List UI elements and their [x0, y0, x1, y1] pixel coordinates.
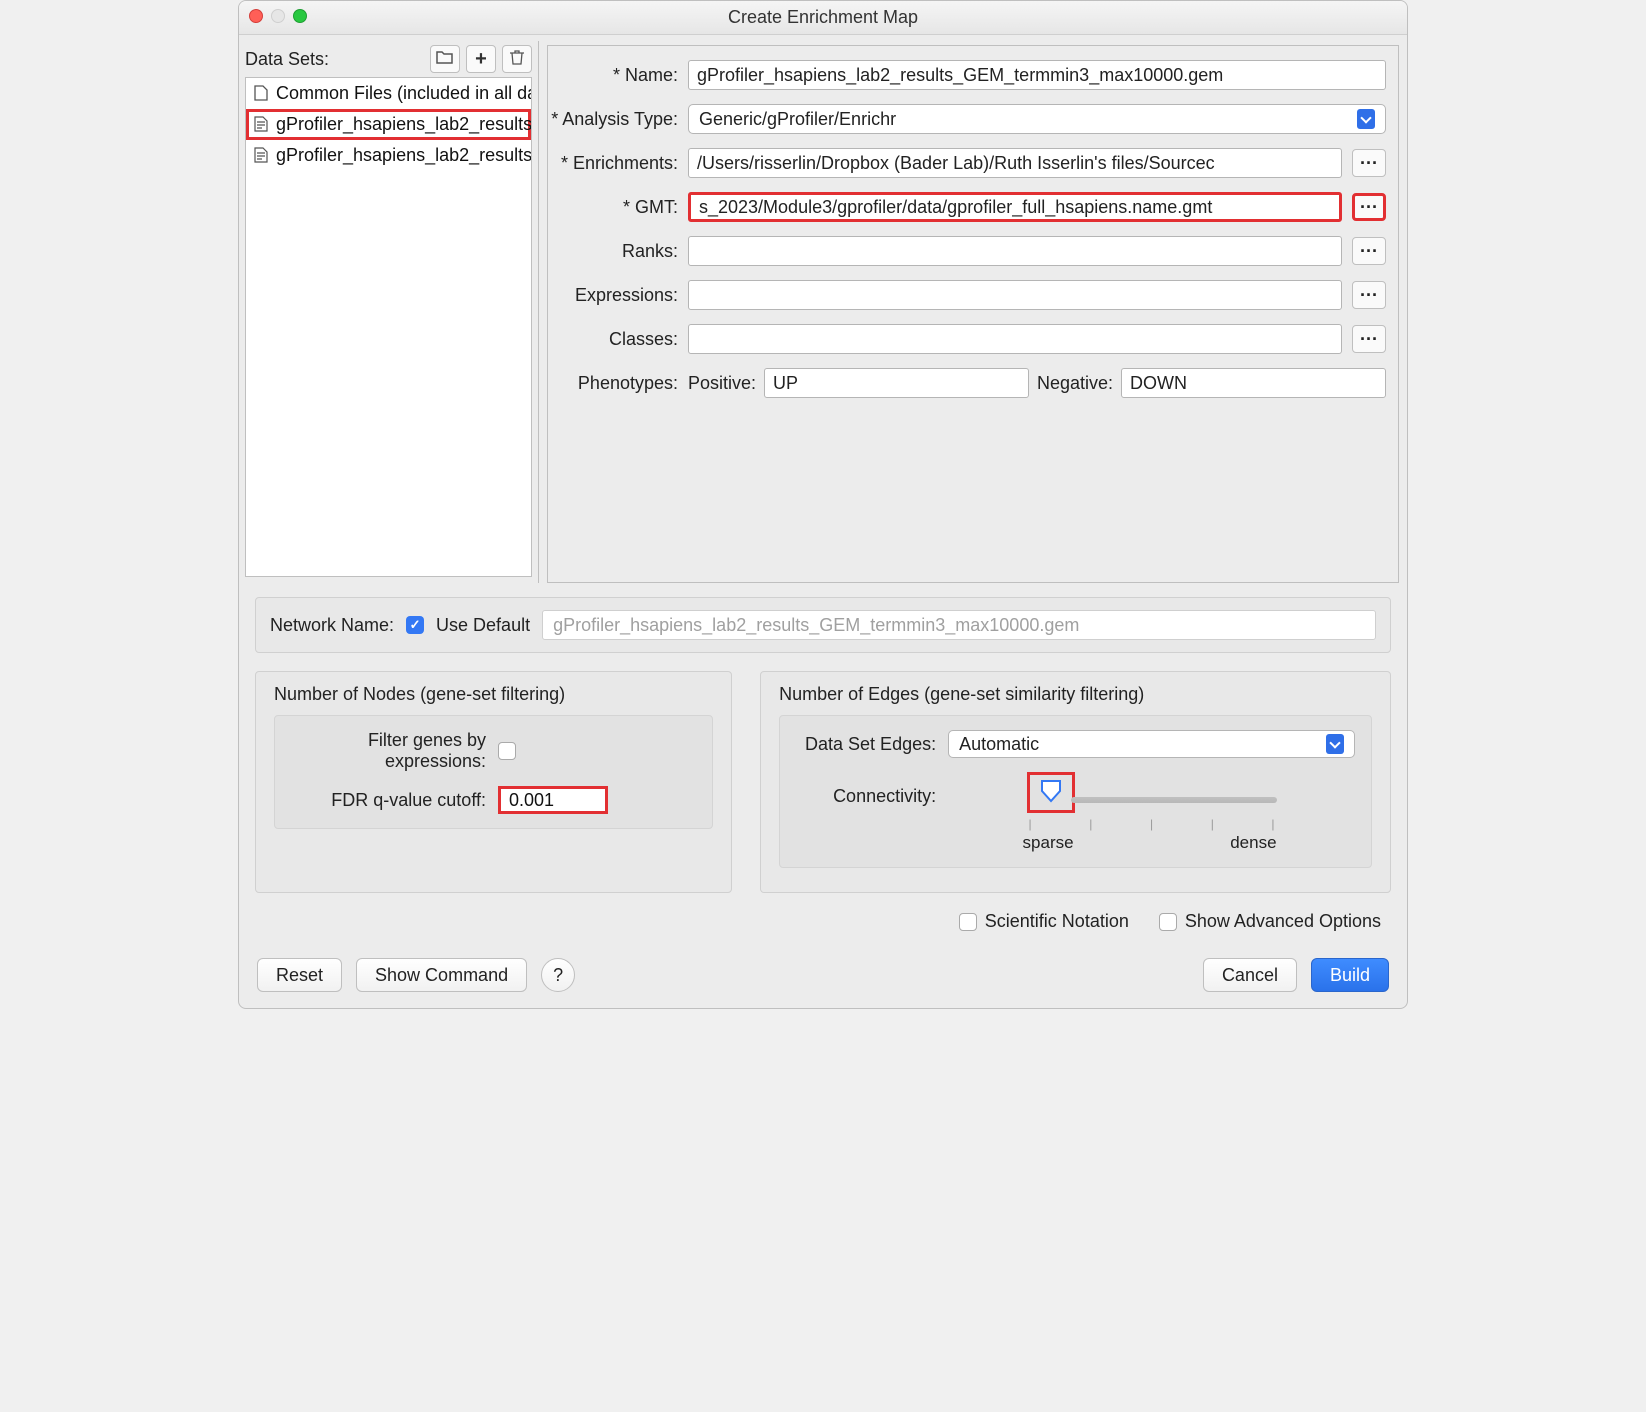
window-title: Create Enrichment Map — [728, 7, 918, 28]
cancel-button[interactable]: Cancel — [1203, 958, 1297, 992]
phenotypes-label: Phenotypes: — [548, 373, 678, 394]
datasets-panel: Data Sets: + — [239, 41, 539, 583]
add-dataset-button[interactable]: + — [466, 45, 496, 73]
dataset-edges-label: Data Set Edges: — [796, 734, 936, 755]
list-item[interactable]: gProfiler_hsapiens_lab2_results_GEM_term… — [246, 140, 531, 171]
datasets-label: Data Sets: — [245, 49, 329, 70]
edges-filter-group: Number of Edges (gene-set similarity fil… — [760, 671, 1391, 893]
list-item[interactable]: Common Files (included in all data sets) — [246, 78, 531, 109]
connectivity-label: Connectivity: — [796, 772, 936, 807]
ellipsis-icon: ··· — [1360, 285, 1378, 306]
connectivity-slider-wrap: ||||| sparse dense — [948, 772, 1355, 853]
titlebar: Create Enrichment Map — [239, 1, 1407, 35]
show-command-button[interactable]: Show Command — [356, 958, 527, 992]
page-text-icon — [254, 147, 268, 165]
folder-open-button[interactable] — [430, 45, 460, 73]
scientific-notation-checkbox[interactable] — [959, 913, 977, 931]
reset-button[interactable]: Reset — [257, 958, 342, 992]
analysis-type-select[interactable]: Generic/gProfiler/Enrichr — [688, 104, 1386, 134]
ranks-input[interactable] — [688, 236, 1342, 266]
fdr-cutoff-input[interactable] — [498, 786, 608, 814]
window: Create Enrichment Map Data Sets: + — [238, 0, 1408, 1009]
page-text-icon — [254, 116, 268, 134]
fdr-label: FDR q-value cutoff: — [291, 790, 486, 811]
edges-filter-title: Number of Edges (gene-set similarity fil… — [779, 684, 1372, 705]
ranks-label: Ranks: — [548, 241, 678, 262]
slider-dense-label: dense — [1230, 833, 1276, 853]
analysis-type-label: * Analysis Type: — [548, 109, 678, 130]
classes-browse-button[interactable]: ··· — [1352, 325, 1386, 353]
close-icon[interactable] — [249, 9, 263, 23]
negative-label: Negative: — [1037, 373, 1113, 394]
gmt-browse-button[interactable]: ··· — [1352, 193, 1386, 221]
dataset-edges-select[interactable]: Automatic — [948, 730, 1355, 758]
slider-sparse-label: sparse — [1023, 833, 1074, 853]
positive-input[interactable] — [764, 368, 1029, 398]
enrichments-browse-button[interactable]: ··· — [1352, 149, 1386, 177]
advanced-options-label: Show Advanced Options — [1185, 911, 1381, 932]
expressions-label: Expressions: — [548, 285, 678, 306]
use-default-checkbox[interactable] — [406, 616, 424, 634]
help-icon: ? — [553, 965, 563, 986]
options-row: Scientific Notation Show Advanced Option… — [255, 911, 1391, 932]
folder-open-icon — [436, 49, 454, 69]
chevron-down-icon — [1326, 734, 1344, 754]
plus-icon: + — [475, 48, 487, 71]
ranks-browse-button[interactable]: ··· — [1352, 237, 1386, 265]
trash-icon — [509, 49, 525, 70]
list-item-label: Common Files (included in all data sets) — [276, 83, 532, 104]
classes-input[interactable] — [688, 324, 1342, 354]
use-default-label: Use Default — [436, 615, 530, 636]
slider-ticks: ||||| — [1027, 817, 1277, 831]
name-input[interactable] — [688, 60, 1386, 90]
advanced-options-checkbox[interactable] — [1159, 913, 1177, 931]
filters-row: Number of Nodes (gene-set filtering) Fil… — [255, 671, 1391, 893]
filter-genes-checkbox[interactable] — [498, 742, 516, 760]
list-item-label: gProfiler_hsapiens_lab2_results_GEM_term… — [276, 114, 532, 135]
footer: Reset Show Command ? Cancel Build — [239, 944, 1407, 1008]
datasets-list[interactable]: Common Files (included in all data sets)… — [245, 77, 532, 577]
list-item[interactable]: gProfiler_hsapiens_lab2_results_GEM_term… — [246, 109, 531, 140]
filter-genes-label: Filter genes by expressions: — [291, 730, 486, 772]
lower-panel: Network Name: Use Default Number of Node… — [239, 583, 1407, 944]
ellipsis-icon: ··· — [1360, 197, 1378, 218]
dataset-edges-value: Automatic — [959, 734, 1039, 755]
nodes-filter-group: Number of Nodes (gene-set filtering) Fil… — [255, 671, 732, 893]
expressions-browse-button[interactable]: ··· — [1352, 281, 1386, 309]
name-label: * Name: — [548, 65, 678, 86]
connectivity-slider[interactable] — [1071, 797, 1277, 803]
classes-label: Classes: — [548, 329, 678, 350]
analysis-type-value: Generic/gProfiler/Enrichr — [699, 109, 896, 130]
ellipsis-icon: ··· — [1360, 241, 1378, 262]
minimize-icon — [271, 9, 285, 23]
ellipsis-icon: ··· — [1360, 153, 1378, 174]
positive-label: Positive: — [688, 373, 756, 394]
enrichments-input[interactable] — [688, 148, 1342, 178]
page-icon — [254, 85, 268, 103]
negative-input[interactable] — [1121, 368, 1386, 398]
top-split: Data Sets: + — [239, 35, 1407, 583]
dataset-form: * Name: * Analysis Type: Generic/gProfil… — [547, 45, 1399, 583]
datasets-toolbar: + — [430, 45, 532, 73]
list-item-label: gProfiler_hsapiens_lab2_results_GEM_term… — [276, 145, 532, 166]
gmt-input[interactable] — [688, 192, 1342, 222]
zoom-icon[interactable] — [293, 9, 307, 23]
network-name-input — [542, 610, 1376, 640]
expressions-input[interactable] — [688, 280, 1342, 310]
scientific-notation-label: Scientific Notation — [985, 911, 1129, 932]
gmt-label: * GMT: — [548, 197, 678, 218]
build-button[interactable]: Build — [1311, 958, 1389, 992]
network-name-row: Network Name: Use Default — [255, 597, 1391, 653]
slider-thumb-icon — [1038, 779, 1064, 803]
datasets-header: Data Sets: + — [245, 45, 532, 73]
ellipsis-icon: ··· — [1360, 329, 1378, 350]
network-name-label: Network Name: — [270, 615, 394, 636]
nodes-filter-title: Number of Nodes (gene-set filtering) — [274, 684, 713, 705]
chevron-down-icon — [1357, 109, 1375, 129]
help-button[interactable]: ? — [541, 958, 575, 992]
delete-dataset-button[interactable] — [502, 45, 532, 73]
enrichments-label: * Enrichments: — [548, 153, 678, 174]
traffic-lights — [249, 9, 307, 23]
